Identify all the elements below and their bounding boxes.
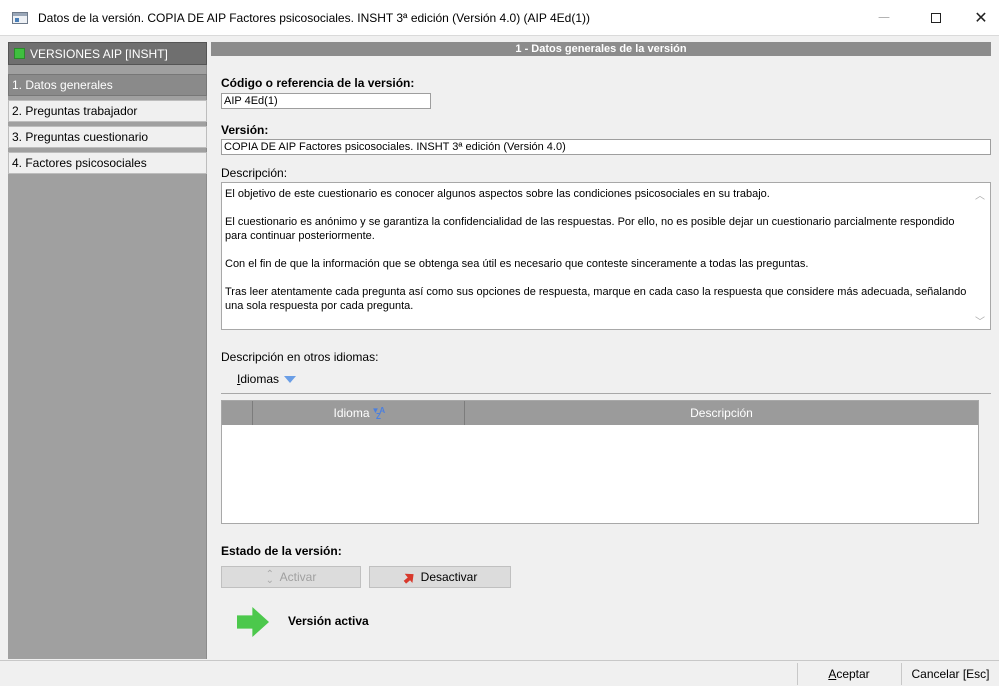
description-paragraph: El objetivo de este cuestionario es cono… — [225, 188, 770, 200]
other-languages-label: Descripción en otros idiomas: — [221, 350, 379, 364]
sidebar: VERSIONES AIP [INSHT] 1. Datos generales… — [8, 42, 207, 659]
code-field[interactable]: AIP 4Ed(1) — [221, 93, 431, 109]
minimize-button[interactable]: — — [861, 0, 907, 35]
scroll-down-icon[interactable]: ﹀ — [974, 313, 986, 328]
idiomas-dropdown-button[interactable]: Idiomas — [237, 372, 297, 386]
sidebar-item-preguntas-cuestionario[interactable]: 3. Preguntas cuestionario — [8, 126, 207, 148]
dialog-button-bar: Aceptar Cancelar [Esc] — [0, 660, 999, 686]
chevron-down-icon — [284, 376, 297, 384]
grid-header: Idioma ▼A Z Descripción — [222, 401, 978, 425]
section-title: 1 - Datos generales de la versión — [211, 42, 991, 56]
version-label: Versión: — [221, 123, 269, 137]
status-square-icon — [14, 48, 25, 59]
state-value: Versión activa — [288, 614, 369, 628]
deactivate-arrow-icon — [400, 569, 417, 586]
window-titlebar: Datos de la versión. COPIA DE AIP Factor… — [0, 0, 999, 36]
activar-label: Activar — [279, 570, 317, 584]
active-state-arrow-icon — [237, 607, 269, 637]
sidebar-header: VERSIONES AIP [INSHT] — [8, 42, 207, 65]
divider — [221, 393, 991, 394]
activate-icon: ⌃ ⌄ — [265, 568, 275, 586]
description-paragraph: Tras leer atentamente cada pregunta así … — [225, 286, 967, 312]
version-field[interactable]: COPIA DE AIP Factores psicosociales. INS… — [221, 139, 991, 155]
sidebar-header-label: VERSIONES AIP [INSHT] — [30, 47, 168, 61]
desactivar-button[interactable]: Desactivar — [369, 566, 511, 588]
activar-button: ⌃ ⌄ Activar — [221, 566, 361, 588]
accept-button[interactable]: Aceptar — [797, 663, 900, 685]
description-textarea[interactable]: El objetivo de este cuestionario es cono… — [221, 182, 991, 330]
state-label: Estado de la versión: — [221, 544, 342, 558]
sidebar-item-datos-generales[interactable]: 1. Datos generales — [8, 74, 207, 96]
languages-grid[interactable]: Idioma ▼A Z Descripción — [221, 400, 979, 524]
maximize-button[interactable] — [913, 0, 959, 35]
description-label: Descripción: — [221, 166, 288, 180]
accept-label: ceptar — [836, 667, 870, 681]
description-paragraph: El cuestionario es anónimo y se garantiz… — [225, 216, 955, 242]
code-label: Código o referencia de la versión: — [221, 76, 415, 90]
column-header-idioma-label: Idioma — [333, 406, 370, 420]
sidebar-item-preguntas-trabajador[interactable]: 2. Preguntas trabajador — [8, 100, 207, 122]
cancel-button[interactable]: Cancelar [Esc] — [901, 663, 999, 685]
description-text: El objetivo de este cuestionario es cono… — [225, 187, 973, 327]
maximize-icon — [931, 12, 941, 23]
grid-indicator-column — [222, 401, 253, 425]
main-panel: 1 - Datos generales de la versión Código… — [211, 42, 991, 659]
idiomas-label: diomas — [240, 372, 280, 386]
column-header-descripcion[interactable]: Descripción — [465, 401, 978, 425]
window-title: Datos de la versión. COPIA DE AIP Factor… — [38, 11, 591, 25]
close-button[interactable]: ✕ — [958, 0, 999, 35]
column-header-idioma[interactable]: Idioma ▼A Z — [253, 401, 465, 425]
sidebar-item-factores-psicosociales[interactable]: 4. Factores psicosociales — [8, 152, 207, 174]
description-paragraph: Con el fin de que la información que se … — [225, 258, 809, 270]
app-window-icon — [12, 12, 28, 24]
scroll-up-icon[interactable]: ︿ — [974, 187, 986, 202]
desactivar-label: Desactivar — [420, 570, 478, 584]
sort-az-icon: ▼A Z — [371, 405, 386, 421]
